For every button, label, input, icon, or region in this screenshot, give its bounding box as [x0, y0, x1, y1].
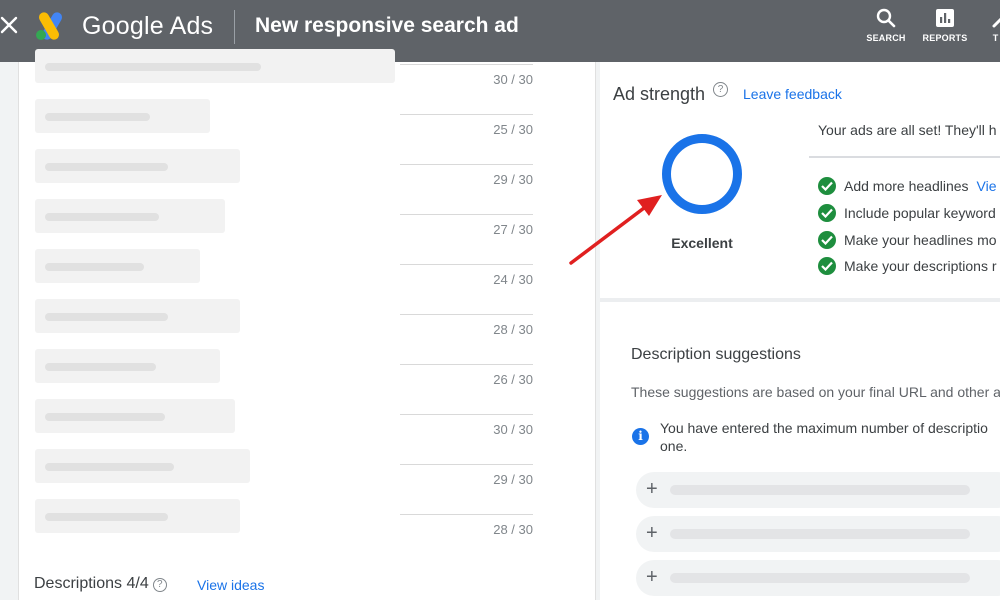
- ad-strength-summary: Your ads are all set! They'll h: [818, 122, 997, 138]
- ad-strength-rating: Excellent: [671, 235, 733, 251]
- field-underline: [400, 214, 533, 215]
- headline-field[interactable]: [35, 249, 200, 283]
- add-icon[interactable]: +: [646, 478, 658, 500]
- suggestion-chip[interactable]: +: [636, 472, 1000, 508]
- checklist-item-label: Make your descriptions r: [844, 258, 997, 274]
- add-icon[interactable]: +: [646, 522, 658, 544]
- info-icon: i: [632, 428, 649, 445]
- search-tool-label: SEARCH: [866, 33, 906, 43]
- headline-char-counter: 25 / 30: [493, 122, 533, 137]
- field-underline: [400, 414, 533, 415]
- headline-field[interactable]: [35, 99, 210, 133]
- checklist-item-label: Add more headlines: [844, 178, 969, 194]
- check-circle-icon: [818, 177, 836, 195]
- headline-char-counter: 30 / 30: [493, 422, 533, 437]
- headline-row[interactable]: 29 / 30: [35, 442, 533, 492]
- leave-feedback-link[interactable]: Leave feedback: [743, 86, 842, 102]
- headline-field[interactable]: [35, 149, 240, 183]
- headline-field[interactable]: [35, 499, 240, 533]
- help-icon[interactable]: ?: [713, 82, 728, 97]
- reports-icon: [936, 9, 954, 27]
- headline-row[interactable]: 29 / 30: [35, 142, 533, 192]
- view-ideas-link[interactable]: View ideas: [197, 577, 264, 593]
- headline-field[interactable]: [35, 399, 235, 433]
- headline-char-counter: 29 / 30: [493, 472, 533, 487]
- title-divider: [234, 10, 235, 44]
- ad-strength-title: Ad strength: [613, 84, 706, 104]
- suggestion-chip[interactable]: +: [636, 560, 1000, 596]
- reports-tool-button[interactable]: REPORTS: [915, 6, 975, 43]
- descriptions-heading: Descriptions 4/4?: [34, 575, 167, 593]
- headline-char-counter: 29 / 30: [493, 172, 533, 187]
- tools-settings-button[interactable]: T S: [990, 6, 1000, 43]
- notice-line: You have entered the maximum number of d…: [660, 420, 988, 436]
- notice-line: one.: [660, 438, 688, 454]
- headline-row[interactable]: 28 / 30: [35, 292, 533, 342]
- headlines-card: 30 / 30 25 / 30 29 / 30 27 / 30 24 / 30 …: [18, 49, 596, 600]
- suggestion-text: [670, 485, 970, 495]
- summary-divider: [809, 156, 1000, 158]
- description-suggestions-subtitle: These suggestions are based on your fina…: [631, 384, 1000, 400]
- left-gutter: [0, 62, 18, 600]
- field-underline: [400, 164, 533, 165]
- field-underline: [400, 364, 533, 365]
- tools-tool-label: T S: [992, 33, 1000, 43]
- reports-tool-label: REPORTS: [922, 33, 968, 43]
- google-ads-logo-icon: [36, 12, 62, 40]
- headline-field[interactable]: [35, 49, 395, 83]
- headline-char-counter: 26 / 30: [493, 372, 533, 387]
- headline-row[interactable]: 24 / 30: [35, 242, 533, 292]
- suggestion-chip[interactable]: +: [636, 516, 1000, 552]
- headline-row[interactable]: 30 / 30: [35, 42, 533, 92]
- search-icon: [876, 8, 896, 28]
- headline-field[interactable]: [35, 449, 250, 483]
- headline-row[interactable]: 26 / 30: [35, 342, 533, 392]
- add-icon[interactable]: +: [646, 566, 658, 588]
- field-underline: [400, 114, 533, 115]
- description-suggestions-title: Description suggestions: [631, 346, 801, 363]
- headline-char-counter: 24 / 30: [493, 272, 533, 287]
- field-underline: [400, 314, 533, 315]
- headline-char-counter: 28 / 30: [493, 322, 533, 337]
- descriptions-heading-text: Descriptions 4/4: [34, 575, 149, 592]
- field-underline: [400, 464, 533, 465]
- help-icon[interactable]: ?: [152, 578, 167, 592]
- checklist-item-label: Include popular keyword: [844, 205, 996, 221]
- ad-strength-ring: [662, 134, 742, 214]
- headline-field[interactable]: [35, 349, 220, 383]
- tools-icon: [992, 17, 1000, 28]
- field-underline: [400, 64, 533, 65]
- checklist-item-text: Add more headlines Vie: [844, 178, 997, 194]
- close-icon[interactable]: [0, 14, 20, 36]
- headline-char-counter: 28 / 30: [493, 522, 533, 537]
- headline-row[interactable]: 28 / 30: [35, 492, 533, 542]
- field-underline: [400, 514, 533, 515]
- suggestion-text: [670, 573, 970, 583]
- checklist-item-label: Make your headlines mo: [844, 232, 997, 248]
- headline-row[interactable]: 30 / 30: [35, 392, 533, 442]
- headline-row[interactable]: 25 / 30: [35, 92, 533, 142]
- headline-char-counter: 30 / 30: [493, 72, 533, 87]
- check-circle-icon: [818, 204, 836, 222]
- brand-name: Google Ads: [82, 12, 214, 40]
- max-descriptions-notice: You have entered the maximum number of d…: [660, 419, 1000, 455]
- headline-field[interactable]: [35, 299, 240, 333]
- view-ideas-link[interactable]: Vie: [977, 178, 997, 194]
- field-underline: [400, 264, 533, 265]
- headline-field[interactable]: [35, 199, 225, 233]
- page-title: New responsive search ad: [255, 14, 519, 37]
- headline-char-counter: 27 / 30: [493, 222, 533, 237]
- suggestion-text: [670, 529, 970, 539]
- headline-row[interactable]: 27 / 30: [35, 192, 533, 242]
- search-tool-button[interactable]: SEARCH: [856, 6, 916, 43]
- check-circle-icon: [818, 257, 836, 275]
- check-circle-icon: [818, 231, 836, 249]
